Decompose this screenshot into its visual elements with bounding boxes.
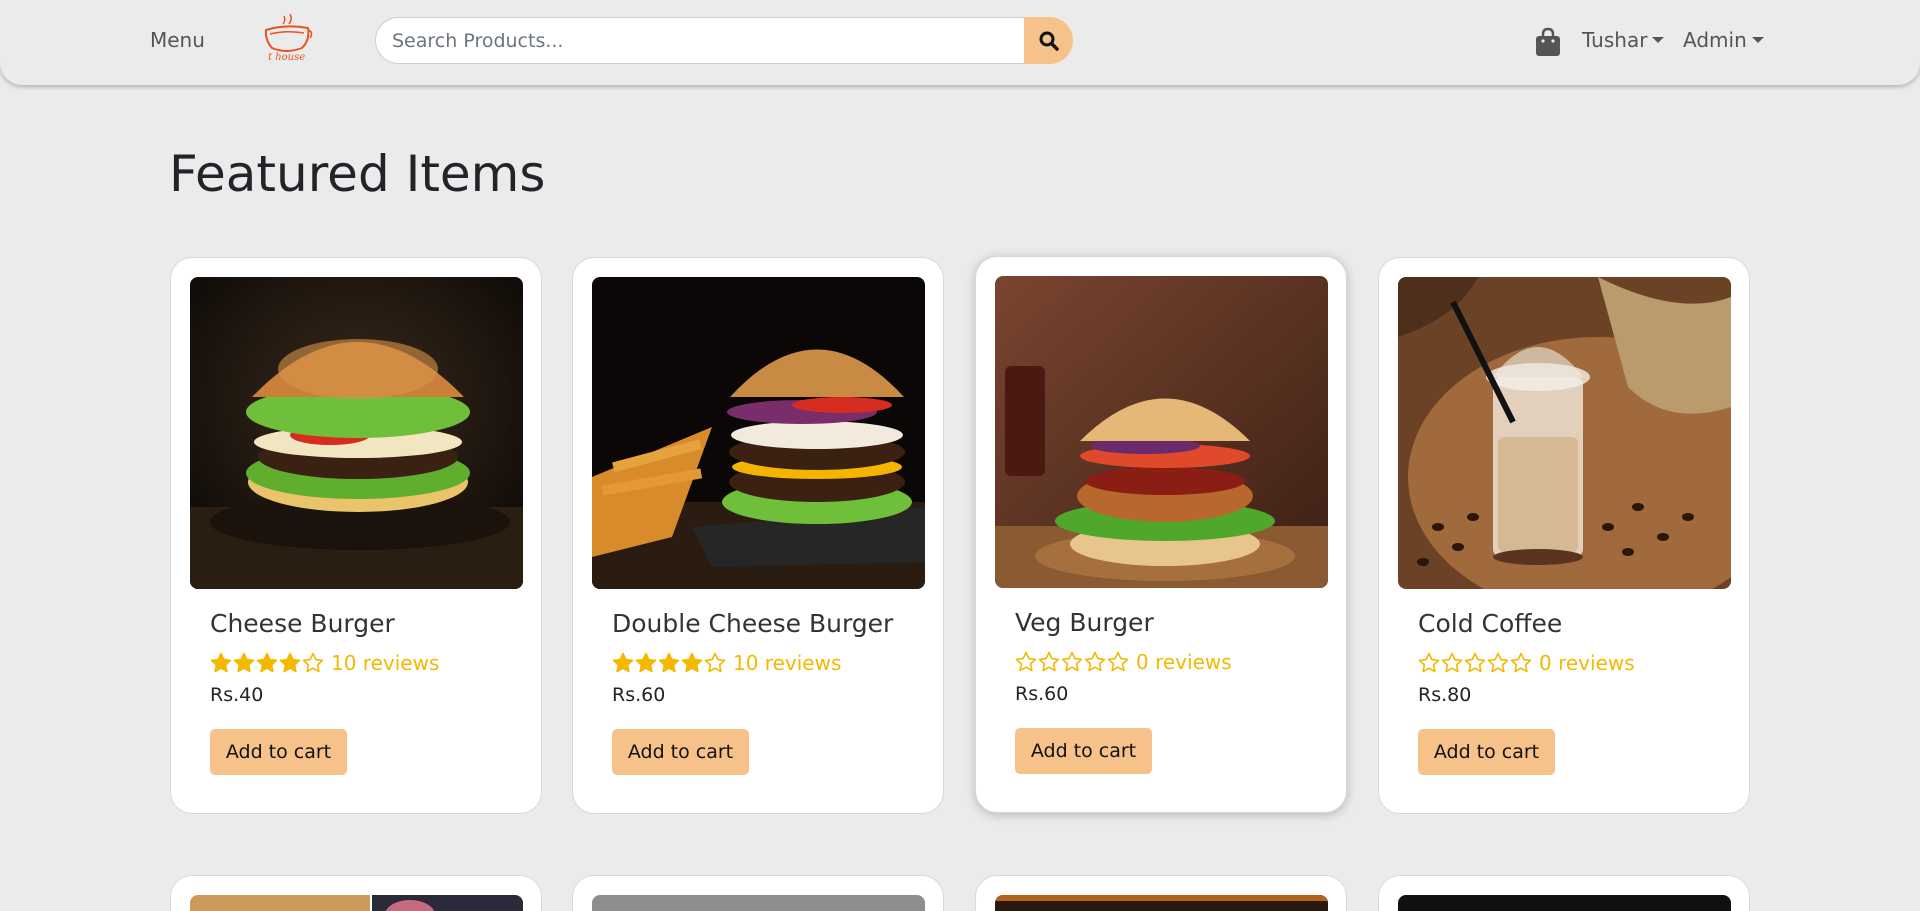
product-image [592,895,925,911]
add-to-cart-button[interactable]: Add to cart [1418,729,1555,775]
star-empty-icon [1038,651,1060,672]
nav-menu-link[interactable]: Menu [150,28,205,52]
product-card[interactable] [572,875,944,911]
star-empty-icon [1061,651,1083,672]
admin-dropdown-label: Admin [1683,28,1747,52]
add-to-cart-button[interactable]: Add to cart [1015,728,1152,774]
product-card[interactable]: Cheese Burger 10 reviews Rs.40 Add to ca… [170,257,542,814]
star-filled-icon [279,652,301,673]
product-card[interactable]: Veg Burger 0 reviews Rs.60 Add to cart [975,256,1347,813]
star-empty-icon [1107,651,1129,672]
product-price: Rs.60 [1015,683,1069,705]
product-card[interactable] [170,875,542,911]
review-count[interactable]: 10 reviews [733,651,841,675]
star-rating [1015,651,1130,673]
star-filled-icon [256,652,278,673]
product-card[interactable]: Cold Coffee 0 reviews Rs.80 Add to cart [1378,257,1750,814]
product-rating: 0 reviews [1418,651,1635,675]
review-count[interactable]: 0 reviews [1539,651,1635,675]
star-empty-icon [1464,652,1486,673]
product-card[interactable] [975,875,1347,911]
shopping-bag-icon[interactable] [1534,27,1562,57]
search-icon [1039,31,1059,51]
product-name[interactable]: Veg Burger [1015,608,1154,637]
star-rating [210,652,325,674]
star-empty-icon [1510,652,1532,673]
star-rating [1418,652,1533,674]
review-count[interactable]: 10 reviews [331,651,439,675]
star-empty-icon [704,652,726,673]
star-empty-icon [1418,652,1440,673]
product-name[interactable]: Double Cheese Burger [612,609,893,638]
caret-down-icon [1751,37,1764,43]
user-dropdown[interactable]: Tushar [1582,28,1665,52]
search-input[interactable] [375,17,1024,64]
product-rating: 10 reviews [210,651,439,675]
product-price: Rs.60 [612,684,666,706]
star-rating [612,652,727,674]
navbar: Menu t house Tushar Admin [0,0,1920,85]
product-rating: 10 reviews [612,651,841,675]
add-to-cart-button[interactable]: Add to cart [612,729,749,775]
product-name[interactable]: Cold Coffee [1418,609,1562,638]
star-empty-icon [302,652,324,673]
star-empty-icon [1015,651,1037,672]
product-image [190,895,523,911]
star-filled-icon [210,652,232,673]
caret-down-icon [1652,37,1665,43]
star-filled-icon [635,652,657,673]
star-empty-icon [1487,652,1509,673]
star-filled-icon [612,652,634,673]
page-title: Featured Items [169,145,546,203]
add-to-cart-button[interactable]: Add to cart [210,729,347,775]
product-image [1398,895,1731,911]
review-count[interactable]: 0 reviews [1136,650,1232,674]
product-name[interactable]: Cheese Burger [210,609,395,638]
admin-dropdown[interactable]: Admin [1683,28,1764,52]
star-empty-icon [1084,651,1106,672]
star-filled-icon [233,652,255,673]
user-dropdown-label: Tushar [1582,28,1648,52]
product-image [995,895,1328,911]
product-card[interactable]: Double Cheese Burger 10 reviews Rs.60 Ad… [572,257,944,814]
brand-logo[interactable]: t house [256,10,316,66]
star-empty-icon [1441,652,1463,673]
product-rating: 0 reviews [1015,650,1232,674]
product-image [592,277,925,589]
product-price: Rs.40 [210,684,264,706]
svg-text:t house: t house [268,52,305,63]
search-bar [375,17,1073,64]
star-filled-icon [681,652,703,673]
product-image [995,276,1328,588]
product-price: Rs.80 [1418,684,1472,706]
product-image [1398,277,1731,589]
product-card[interactable] [1378,875,1750,911]
search-button[interactable] [1024,17,1073,64]
star-filled-icon [658,652,680,673]
product-image [190,277,523,589]
